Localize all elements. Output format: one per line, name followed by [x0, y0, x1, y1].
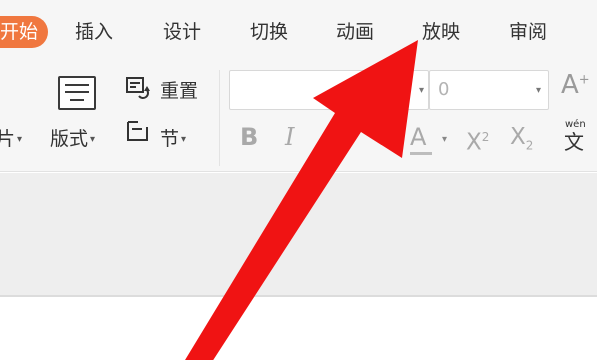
red-pointer-arrow-shape [185, 40, 418, 360]
red-pointer-arrow [185, 40, 418, 360]
